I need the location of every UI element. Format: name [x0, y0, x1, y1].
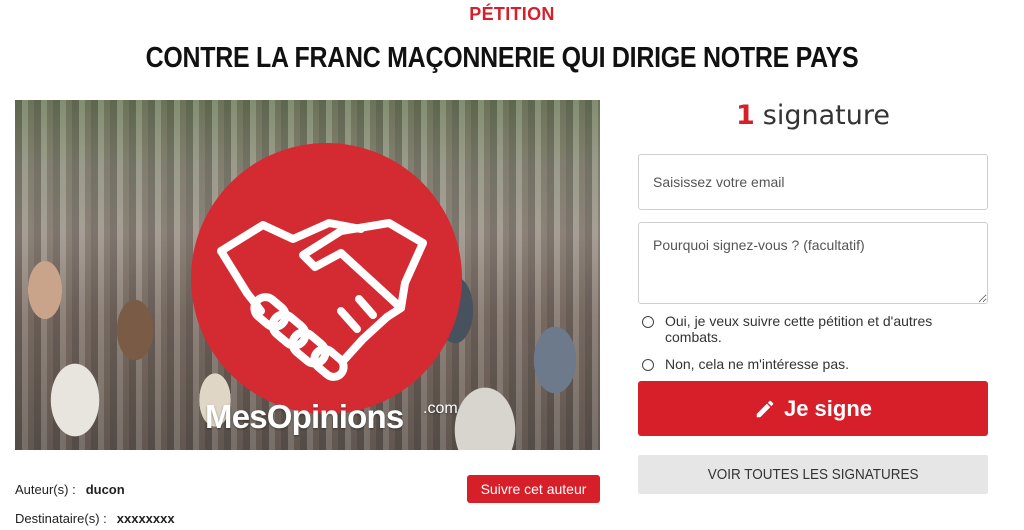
handshake-icon	[217, 219, 427, 381]
opt-in-no-label[interactable]: Non, cela ne m'intéresse pas.	[665, 356, 965, 372]
signature-label: signature	[762, 100, 890, 131]
radio-button-yes[interactable]	[642, 316, 654, 328]
view-all-signatures-label: VOIR TOUTES LES SIGNATURES	[707, 466, 919, 483]
opt-in-yes-label[interactable]: Oui, je veux suivre cette pétition et d'…	[665, 313, 965, 345]
recipient-row: Destinataire(s) : xxxxxxxx	[15, 511, 175, 526]
petition-eyebrow: PÉTITION	[469, 4, 555, 24]
logo-badge	[191, 143, 462, 414]
brand-watermark-suffix: .com	[423, 400, 458, 417]
email-input[interactable]	[638, 154, 988, 210]
radio-button-no[interactable]	[642, 359, 654, 371]
follow-author-button[interactable]: Suivre cet auteur	[467, 475, 600, 503]
reason-textarea[interactable]	[638, 222, 988, 304]
author-label: Auteur(s) :	[15, 482, 76, 497]
recipient-value: xxxxxxxx	[116, 511, 175, 526]
signature-number: 1	[736, 100, 755, 131]
author-value: ducon	[85, 482, 125, 497]
recipient-label: Destinataire(s) :	[15, 511, 107, 526]
opt-in-no-radio[interactable]: Non, cela ne m'intéresse pas.	[642, 356, 965, 372]
petition-title: CONTRE LA FRANC MAÇONNERIE QUI DIRIGE NO…	[145, 42, 859, 74]
brand-watermark: MesOpinions	[205, 398, 404, 435]
author-row: Auteur(s) : ducon	[15, 482, 125, 497]
hero-image: MesOpinions .com	[15, 100, 600, 450]
sign-button-label: Je signe	[783, 395, 873, 421]
signature-count: 1 signature	[638, 100, 988, 131]
view-all-signatures-button[interactable]: VOIR TOUTES LES SIGNATURES	[638, 455, 988, 494]
opt-in-yes-radio[interactable]: Oui, je veux suivre cette pétition et d'…	[642, 313, 965, 345]
sign-button[interactable]: Je signe	[638, 381, 988, 436]
pencil-icon	[756, 400, 774, 417]
